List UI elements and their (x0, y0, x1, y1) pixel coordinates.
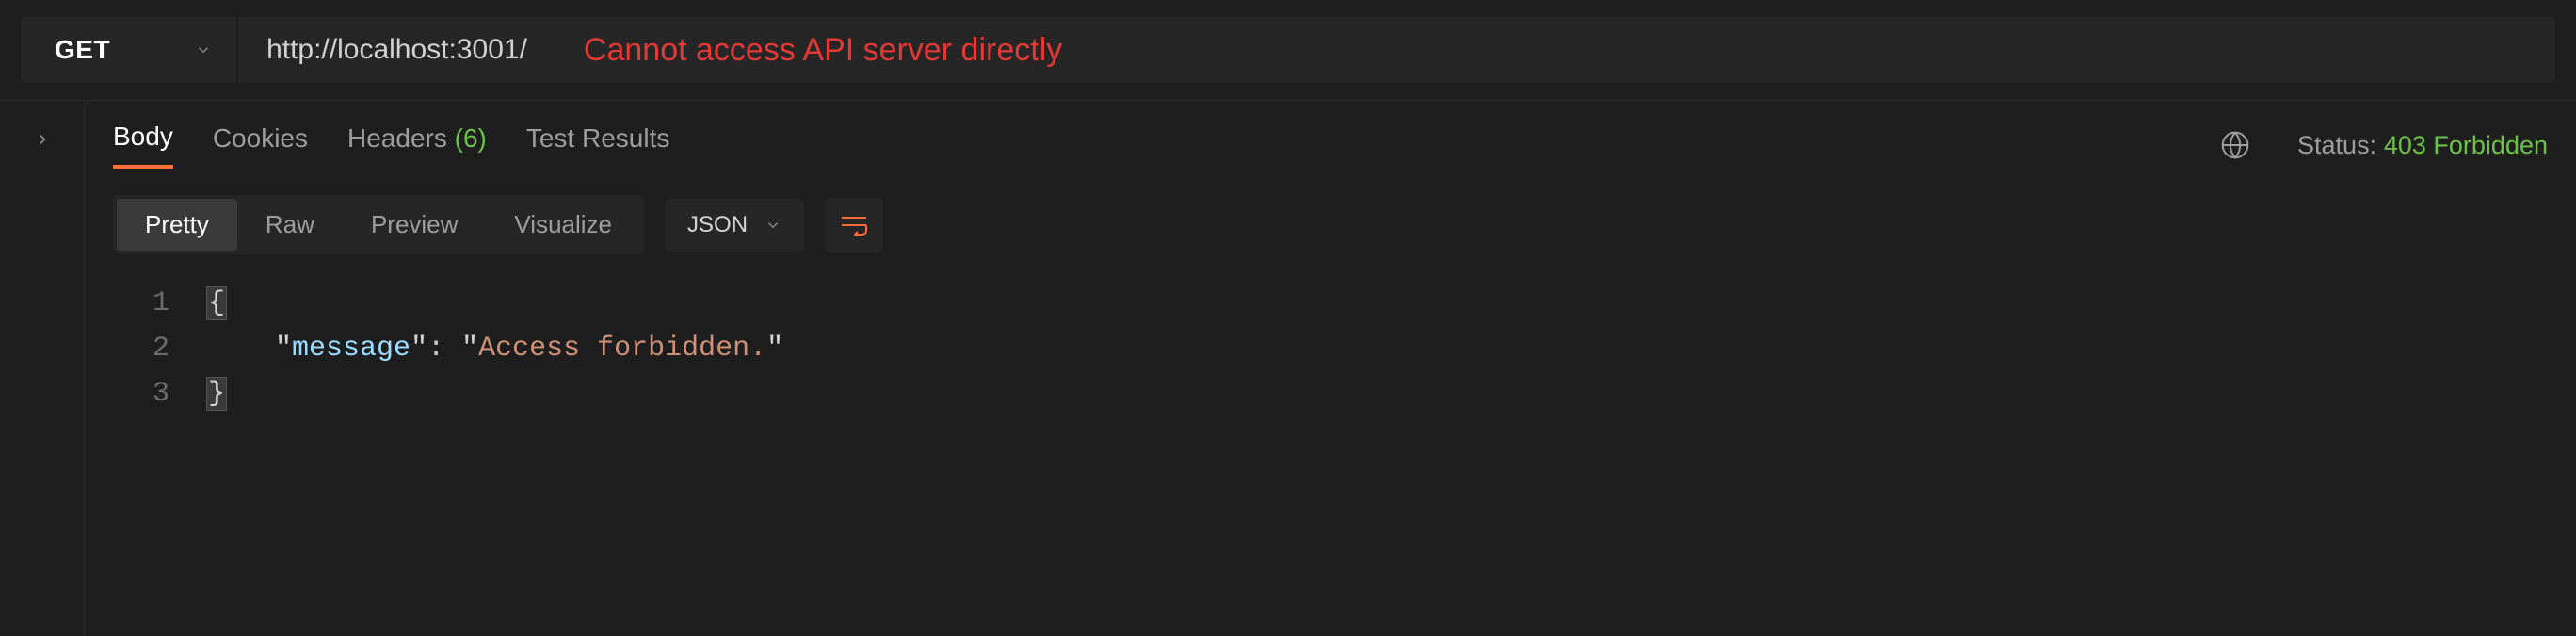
viewmode-raw[interactable]: Raw (237, 199, 343, 251)
chevron-right-icon[interactable] (34, 131, 51, 148)
chevron-down-icon (765, 217, 781, 234)
http-method-select[interactable]: GET (21, 17, 236, 83)
line-number: 3 (113, 371, 207, 416)
tab-headers-label: Headers (347, 123, 447, 153)
status-label: Status: (2297, 131, 2376, 159)
format-select[interactable]: JSON (665, 199, 804, 252)
viewmode-row: Pretty Raw Preview Visualize JSON (113, 195, 2548, 254)
json-brace-open: { (207, 287, 226, 319)
json-key: message (292, 333, 411, 365)
response-tabs: Body Cookies Headers (6) Test Results St… (113, 122, 2548, 169)
tab-headers[interactable]: Headers (6) (347, 123, 487, 167)
viewmode-group: Pretty Raw Preview Visualize (113, 195, 644, 254)
chevron-down-icon (195, 41, 212, 58)
code-line: 2 "message": "Access forbidden." (113, 326, 2548, 371)
colon: : (427, 333, 461, 365)
format-label: JSON (687, 212, 748, 238)
response-collapse-gutter (0, 101, 85, 636)
tab-cookies[interactable]: Cookies (213, 123, 308, 167)
url-input-wrapper: http://localhost:3001/ Cannot access API… (238, 17, 2555, 83)
json-brace-close: } (207, 378, 226, 410)
url-input[interactable]: http://localhost:3001/ (266, 34, 527, 66)
code-line: 1 { (113, 281, 2548, 326)
response-body[interactable]: 1 { 2 "message": "Access forbidden." 3 } (113, 281, 2548, 416)
http-method-label: GET (55, 35, 110, 65)
wrap-lines-button[interactable] (825, 198, 883, 253)
viewmode-preview[interactable]: Preview (343, 199, 486, 251)
line-number: 2 (113, 326, 207, 371)
viewmode-pretty[interactable]: Pretty (117, 199, 237, 251)
request-bar: GET http://localhost:3001/ Cannot access… (0, 0, 2576, 100)
response-section: Body Cookies Headers (6) Test Results St… (0, 101, 2576, 636)
wrap-icon (840, 214, 868, 236)
tab-test-results[interactable]: Test Results (526, 123, 670, 167)
headers-count: (6) (455, 123, 487, 153)
annotation-text: Cannot access API server directly (584, 32, 1062, 69)
json-value: Access forbidden. (478, 333, 766, 365)
line-number: 1 (113, 281, 207, 326)
response-main: Body Cookies Headers (6) Test Results St… (85, 101, 2576, 636)
indent (207, 333, 275, 365)
tab-body[interactable]: Body (113, 122, 173, 169)
status-value: 403 Forbidden (2384, 131, 2548, 159)
globe-icon[interactable] (2220, 130, 2250, 160)
status-block: Status: 403 Forbidden (2297, 130, 2548, 160)
viewmode-visualize[interactable]: Visualize (486, 199, 640, 251)
code-line: 3 } (113, 371, 2548, 416)
